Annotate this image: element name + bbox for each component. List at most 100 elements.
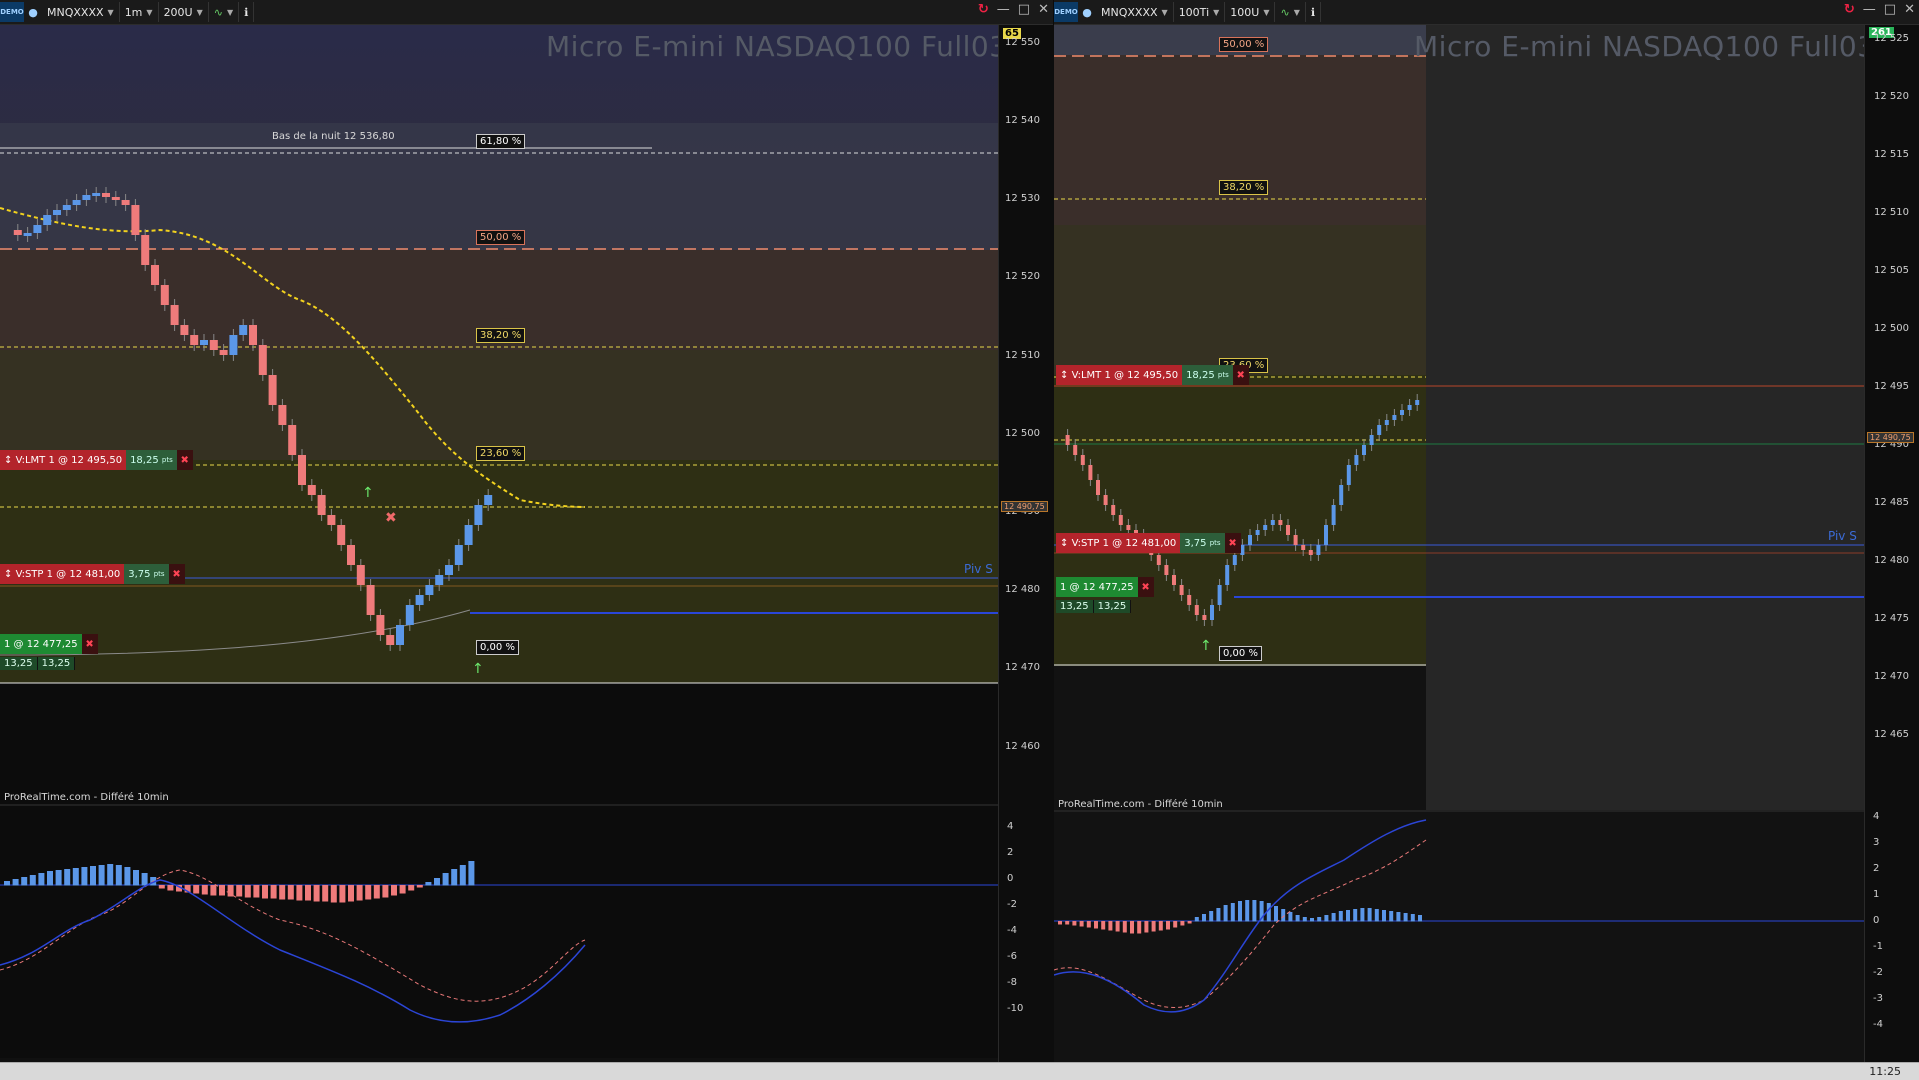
account-icon[interactable]: ● bbox=[1078, 2, 1096, 22]
sell-limit-order-tag[interactable]: ↕ V:LMT 1 @ 12 495,50 18,25 pts ✖ bbox=[1056, 365, 1249, 385]
left-toolbar: DEMO ● MNQXXXX ▼ 1m ▼ 200U ▼ ∿ ▼ ℹ ↻ — □ ✕ bbox=[0, 0, 1053, 25]
price-label: 12 515 bbox=[1874, 149, 1909, 160]
drag-handle-icon[interactable]: ↕ bbox=[1060, 538, 1072, 549]
histogram-bar bbox=[201, 885, 208, 895]
buy-arrow-icon: ↑ bbox=[362, 485, 374, 501]
units-label: 200U bbox=[163, 5, 193, 19]
candle bbox=[1286, 525, 1290, 535]
drag-handle-icon[interactable]: ↕ bbox=[1060, 370, 1072, 381]
timeframe-selector[interactable]: 1m ▼ bbox=[120, 2, 159, 22]
price-label: 12 510 bbox=[1874, 207, 1909, 218]
symbol-selector[interactable]: MNQXXXX ▼ bbox=[1096, 2, 1174, 22]
histogram-bar bbox=[1202, 914, 1206, 922]
histogram-bar bbox=[90, 866, 96, 886]
close-icon[interactable]: ✕ bbox=[1038, 2, 1049, 17]
left-price-axis[interactable]: 65 12 550 12 540 12 530 12 520 12 510 12… bbox=[998, 25, 1054, 1062]
cancel-order-icon[interactable]: ✖ bbox=[168, 564, 185, 584]
histogram-bar bbox=[1367, 908, 1372, 922]
os-taskbar: 11:25 bbox=[0, 1062, 1919, 1080]
candle bbox=[1301, 545, 1306, 550]
drag-handle-icon[interactable]: ↕ bbox=[4, 455, 16, 466]
candle bbox=[1316, 545, 1321, 555]
histogram-bar bbox=[1101, 921, 1106, 930]
order-points: 3,75 pts bbox=[124, 564, 169, 584]
position-tag[interactable]: 1 @ 12 477,25 ✖ bbox=[0, 634, 98, 654]
price-label: 12 480 bbox=[1874, 555, 1909, 566]
indicator-label: -6 bbox=[1007, 951, 1017, 962]
close-icon[interactable]: ✕ bbox=[1904, 2, 1915, 17]
price-label: 12 500 bbox=[1005, 428, 1040, 439]
maximize-icon[interactable]: □ bbox=[1018, 2, 1030, 17]
refresh-icon[interactable]: ↻ bbox=[978, 2, 989, 17]
fib-label-50: 50,00 % bbox=[476, 230, 526, 245]
symbol-selector[interactable]: MNQXXXX ▼ bbox=[42, 2, 120, 22]
candle bbox=[1202, 615, 1207, 620]
close-position-icon[interactable]: ✖ bbox=[81, 634, 98, 654]
cancel-order-icon[interactable]: ✖ bbox=[1224, 533, 1241, 553]
chart-type-selector[interactable]: ∿ ▼ bbox=[209, 2, 240, 22]
units-selector[interactable]: 100U ▼ bbox=[1225, 2, 1276, 22]
candle bbox=[1324, 525, 1328, 545]
info-button[interactable]: ℹ bbox=[1306, 2, 1322, 22]
fib-label-38: 38,20 % bbox=[476, 328, 526, 343]
candle bbox=[229, 335, 238, 355]
units-selector[interactable]: 200U ▼ bbox=[159, 2, 209, 22]
chart-type-selector[interactable]: ∿ ▼ bbox=[1275, 2, 1306, 22]
histogram-bar bbox=[442, 873, 449, 886]
histogram-bar bbox=[434, 878, 440, 886]
minimize-icon[interactable]: — bbox=[1863, 2, 1876, 17]
candle bbox=[82, 195, 91, 200]
info-button[interactable]: ℹ bbox=[239, 2, 255, 22]
histogram-bar bbox=[425, 882, 432, 886]
position-tag[interactable]: 1 @ 12 477,25 ✖ bbox=[1056, 577, 1154, 597]
histogram-bar bbox=[1353, 909, 1358, 922]
chart-title-watermark: Micro E-mini NASDAQ100 Full0323 bbox=[1414, 30, 1913, 63]
points-value: 18,25 bbox=[130, 454, 159, 466]
pnl-value: 13,25 bbox=[37, 657, 76, 670]
histogram-bar bbox=[1166, 921, 1170, 930]
histogram-bar bbox=[287, 885, 294, 900]
cancel-order-icon[interactable]: ✖ bbox=[1232, 365, 1249, 385]
sell-limit-order-tag[interactable]: ↕ V:LMT 1 @ 12 495,50 18,25 pts ✖ bbox=[0, 450, 193, 470]
indicator-label: 3 bbox=[1873, 837, 1880, 848]
candle bbox=[249, 325, 257, 345]
histogram-bar bbox=[47, 871, 53, 886]
candle bbox=[1210, 605, 1214, 620]
account-icon[interactable]: ● bbox=[24, 2, 42, 22]
histogram-bar bbox=[1079, 921, 1084, 927]
refresh-icon[interactable]: ↻ bbox=[1844, 2, 1855, 17]
candle bbox=[1080, 455, 1085, 465]
histogram-bar bbox=[1238, 901, 1242, 922]
histogram-bar bbox=[1382, 910, 1386, 922]
timeframe-selector[interactable]: 100Ti ▼ bbox=[1174, 2, 1226, 22]
right-price-axis[interactable]: 261 12 525 12 520 12 515 12 510 12 505 1… bbox=[1864, 25, 1919, 1062]
candle bbox=[386, 635, 395, 645]
candle bbox=[268, 375, 277, 405]
histogram-bar bbox=[1317, 917, 1322, 922]
histogram-bar bbox=[1331, 913, 1336, 922]
close-position-icon[interactable]: ✖ bbox=[1137, 577, 1154, 597]
minimize-icon[interactable]: — bbox=[997, 2, 1010, 17]
candle bbox=[405, 605, 414, 625]
candle bbox=[1096, 480, 1100, 495]
histogram-bar bbox=[1158, 921, 1163, 931]
histogram-bar bbox=[279, 885, 286, 900]
sell-stop-order-tag[interactable]: ↕ V:STP 1 @ 12 481,00 3,75 pts ✖ bbox=[0, 564, 185, 584]
chevron-down-icon: ▼ bbox=[1213, 7, 1220, 17]
candle bbox=[396, 625, 404, 645]
candle bbox=[445, 565, 453, 575]
histogram-bar bbox=[1122, 921, 1127, 933]
candle bbox=[454, 545, 463, 565]
histogram-bar bbox=[356, 885, 363, 901]
sell-stop-order-tag[interactable]: ↕ V:STP 1 @ 12 481,00 3,75 pts ✖ bbox=[1056, 533, 1241, 553]
maximize-icon[interactable]: □ bbox=[1884, 2, 1896, 17]
histogram-bar bbox=[408, 885, 415, 891]
histogram-bar bbox=[1108, 921, 1113, 931]
candle bbox=[327, 515, 336, 525]
candle bbox=[1369, 435, 1374, 445]
left-price-chart[interactable]: ↑ ✖ ↑ bbox=[0, 25, 998, 1062]
price-label: 12 520 bbox=[1005, 271, 1040, 282]
drag-handle-icon[interactable]: ↕ bbox=[4, 569, 16, 580]
candle bbox=[278, 405, 287, 425]
cancel-order-icon[interactable]: ✖ bbox=[176, 450, 193, 470]
